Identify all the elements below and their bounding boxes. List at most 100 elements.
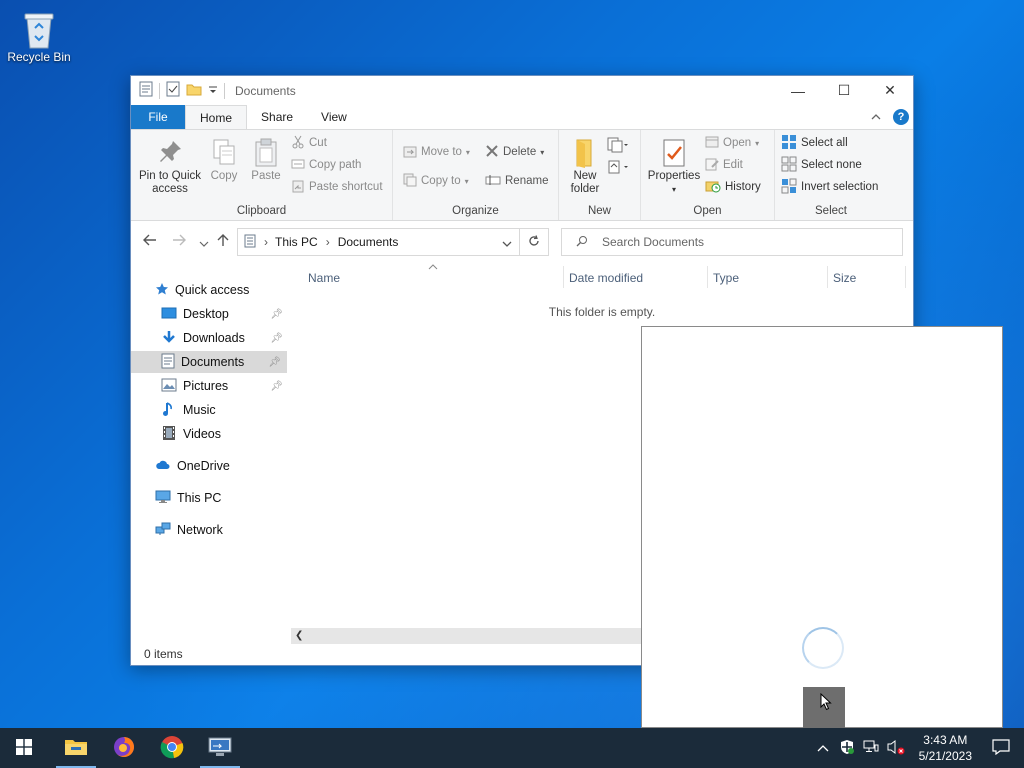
new-item-button[interactable] [607,136,629,156]
easy-access-button[interactable] [607,158,629,178]
quick-access-toolbar [131,81,225,100]
nav-music[interactable]: Music [161,399,289,421]
copy-to-button[interactable]: Copy to ▾ [403,171,469,191]
close-button[interactable]: ✕ [867,76,913,105]
forward-button[interactable] [172,233,186,249]
recycle-bin-shortcut[interactable]: Recycle Bin [4,6,74,64]
volume-muted-icon[interactable] [887,739,905,758]
copy-to-dropdown-icon: ▾ [464,176,469,186]
popup-action-button[interactable] [803,687,845,729]
documents-location-icon [244,234,256,251]
back-button[interactable] [143,233,157,249]
copy-button[interactable]: Copy [207,138,241,183]
open-button[interactable]: Open ▾ [705,133,759,153]
taskbar-chrome[interactable] [148,728,196,768]
security-shield-icon[interactable] [839,739,855,758]
delete-button[interactable]: Delete ▾ [485,142,544,162]
pin-icon[interactable]: 📌︎ [268,357,281,368]
refresh-button[interactable] [519,228,549,256]
empty-folder-message: This folder is empty. [548,305,656,319]
column-type[interactable]: Type [713,271,739,285]
new-folder-icon[interactable] [186,82,202,99]
tab-home[interactable]: Home [185,105,248,129]
address-bar[interactable]: › This PC › Documents [237,228,549,256]
edit-button[interactable]: Edit [705,155,743,175]
search-input[interactable]: Search Documents [602,235,704,249]
horizontal-scrollbar[interactable]: ❮ [291,628,641,644]
nav-network[interactable]: Network [155,519,289,541]
properties-button[interactable]: Properties ▾ [647,138,701,196]
taskbar-file-explorer[interactable] [52,728,100,768]
column-name[interactable]: Name [308,271,340,285]
breadcrumb-documents[interactable]: Documents [338,235,399,249]
cut-button[interactable]: Cut [291,133,327,153]
tab-share[interactable]: Share [247,105,307,129]
action-center-icon[interactable] [992,738,1010,758]
tab-file[interactable]: File [131,105,185,129]
scroll-left-icon[interactable]: ❮ [295,630,303,641]
search-box[interactable]: Search Documents [561,228,903,256]
invert-selection-button[interactable]: Invert selection [781,177,878,197]
system-tray: 3:43 AM 5/21/2023 [817,728,1024,768]
paste-shortcut-button[interactable]: Paste shortcut [291,177,383,197]
nav-downloads[interactable]: Downloads 📌︎ [161,327,289,349]
taskbar-clock[interactable]: 3:43 AM 5/21/2023 [919,732,972,764]
breadcrumb-chevron-icon[interactable]: › [326,235,330,249]
nav-documents[interactable]: Documents 📌︎ [131,351,287,373]
nav-this-pc[interactable]: This PC [155,487,289,509]
pin-icon[interactable]: 📌︎ [270,333,283,344]
new-folder-label-1: New [573,170,597,182]
help-icon[interactable]: ? [893,109,909,125]
breadcrumb-chevron-icon[interactable]: › [264,235,268,249]
title-bar[interactable]: Documents — ☐ ✕ [131,76,913,105]
nav-desktop[interactable]: Desktop 📌︎ [161,303,289,325]
new-folder-button[interactable]: New folder [565,138,605,196]
column-divider[interactable] [827,266,828,288]
select-all-button[interactable]: Select all [781,133,848,153]
qat-separator [224,82,225,99]
customize-qat-icon[interactable] [208,84,218,98]
properties-check-icon[interactable] [166,81,180,100]
column-divider[interactable] [563,266,564,288]
tab-view[interactable]: View [307,105,361,129]
nav-network-label: Network [177,523,223,537]
column-divider[interactable] [905,266,906,288]
pin-icon[interactable]: 📌︎ [270,381,283,392]
nav-onedrive[interactable]: OneDrive [155,455,289,477]
copy-path-button[interactable]: Copy path [291,155,361,175]
firefox-icon [112,735,136,762]
nav-quick-access[interactable]: Quick access [155,279,289,301]
nav-this-pc-label: This PC [177,491,222,505]
select-none-button[interactable]: Select none [781,155,862,175]
start-button[interactable] [0,728,48,768]
show-hidden-icons-icon[interactable] [817,741,829,755]
pin-to-quick-access-button[interactable]: Pin to Quick access [137,138,203,196]
navigation-pane: Quick access Desktop 📌︎ Downloads 📌︎ Doc… [131,263,291,647]
up-button[interactable] [217,233,229,250]
organize-group-label: Organize [452,205,499,217]
pin-icon[interactable]: 📌︎ [270,309,283,320]
breadcrumb-this-pc[interactable]: This PC [275,235,318,249]
maximize-button[interactable]: ☐ [821,76,867,105]
minimize-button[interactable]: — [775,76,821,105]
taskbar-remote-app[interactable] [196,728,244,768]
column-divider[interactable] [707,266,708,288]
nav-pictures[interactable]: Pictures 📌︎ [161,375,289,397]
address-dropdown-icon[interactable] [502,237,512,251]
history-button[interactable]: History [705,177,761,197]
ribbon: Pin to Quick access Copy Paste Cut Copy … [131,129,913,221]
network-tray-icon[interactable] [863,740,879,757]
loading-popup[interactable] [641,326,1003,729]
nav-pictures-label: Pictures [183,379,229,393]
move-to-button[interactable]: Move to ▾ [403,142,470,162]
nav-videos[interactable]: Videos [161,423,289,445]
nav-downloads-label: Downloads [183,331,245,345]
scissors-icon [291,135,305,152]
column-size[interactable]: Size [833,271,856,285]
collapse-ribbon-icon[interactable] [871,110,881,124]
rename-button[interactable]: Rename [485,171,548,191]
recent-locations-button[interactable] [199,235,209,251]
paste-button[interactable]: Paste [247,138,285,183]
column-date-modified[interactable]: Date modified [569,271,643,285]
taskbar-firefox[interactable] [100,728,148,768]
